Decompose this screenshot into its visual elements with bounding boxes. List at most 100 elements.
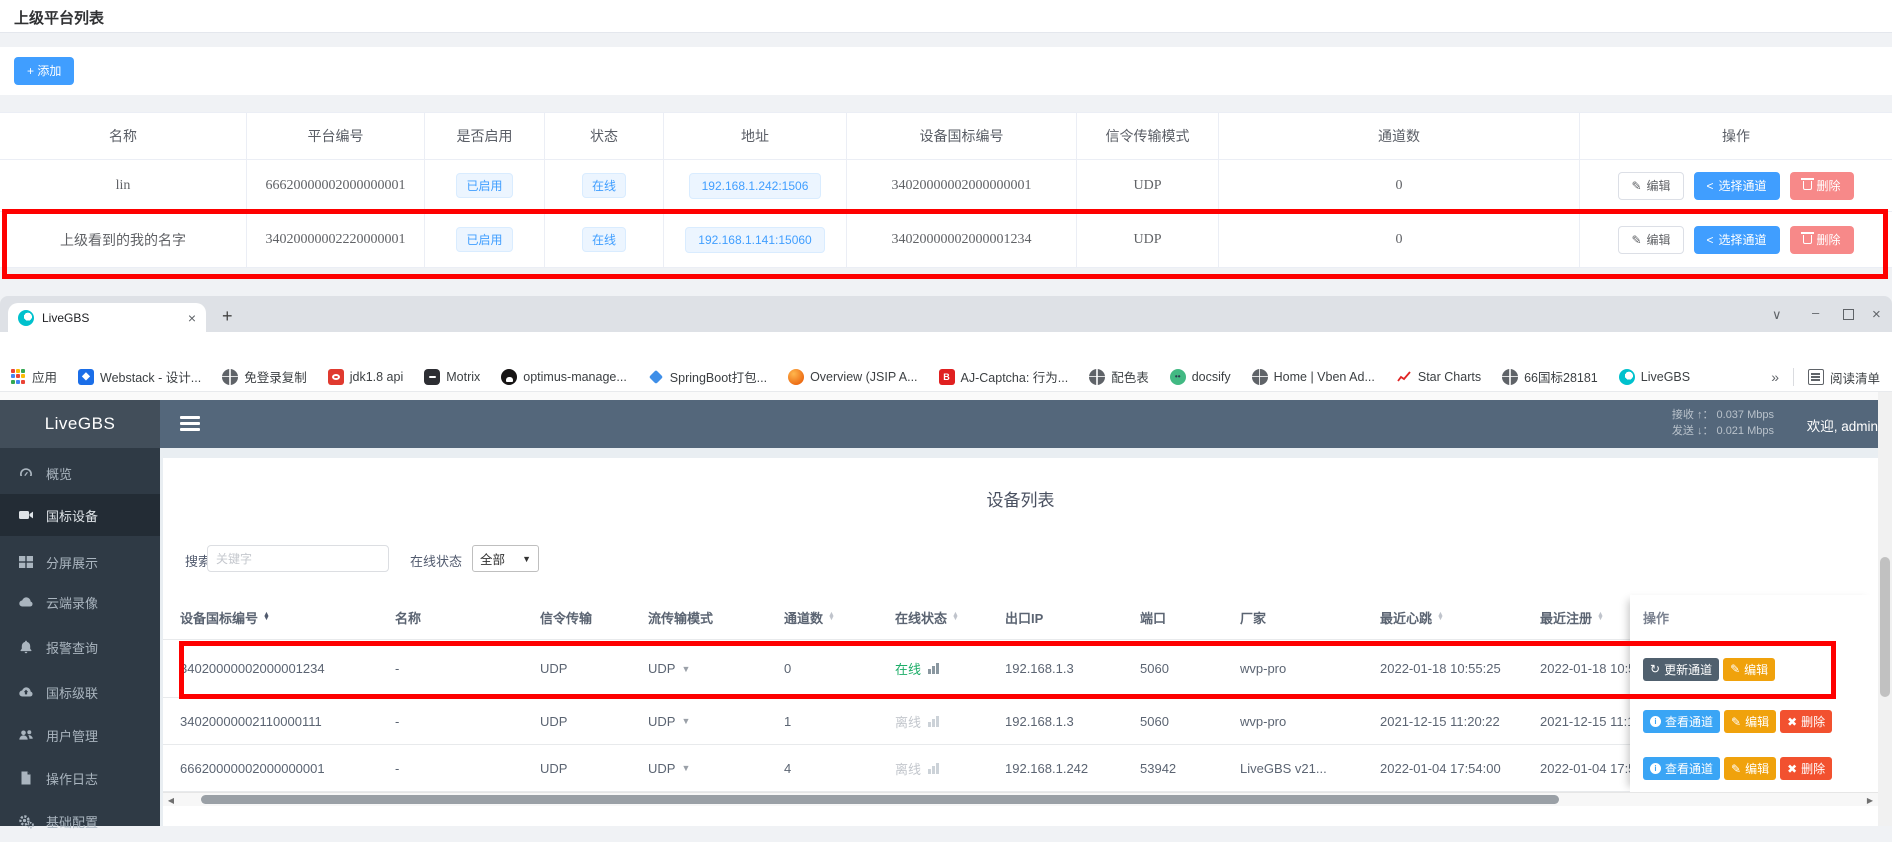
scroll-right-arrow-icon[interactable]: ▶ xyxy=(1862,793,1878,807)
chart-bars-icon[interactable] xyxy=(928,663,939,674)
sidebar-item-alarm-query[interactable]: 报警查询 xyxy=(0,626,160,668)
bookmark-item[interactable]: 配色表 xyxy=(1089,367,1149,386)
cell-name: - xyxy=(395,698,399,744)
device-list-title: 设备列表 xyxy=(163,486,1878,511)
bookmark-item[interactable]: ••docsify xyxy=(1170,369,1231,385)
sidebar-item-basic-config[interactable]: 基础配置 xyxy=(0,800,160,842)
col-header-sortable[interactable]: 在线状态▲▼ xyxy=(895,595,959,639)
device-row[interactable]: 34020000002000001234 - UDP UDP▼ 0 在线 192… xyxy=(163,640,1878,698)
edit-button[interactable]: ✎编辑 xyxy=(1618,226,1683,254)
sidebar: 概览 国标设备 分屏展示 云端录像 报警查询 国标级联 用户管理 操作日志 基础… xyxy=(0,448,160,826)
col-header: 通道数 xyxy=(1219,112,1580,160)
device-row[interactable]: 34020000002110000111 - UDP UDP▼ 1 离线 192… xyxy=(163,698,1878,745)
browser-tab[interactable]: LiveGBS × xyxy=(8,303,206,332)
delete-button[interactable]: 删除 xyxy=(1790,226,1854,254)
device-table-header: 设备国标编号▲▼ 名称 信令传输 流传输模式 通道数▲▼ 在线状态▲▼ 出口IP… xyxy=(163,595,1878,640)
chart-bars-icon[interactable] xyxy=(928,763,939,774)
edit-button[interactable]: ✎编辑 xyxy=(1724,710,1776,733)
edit-button[interactable]: ✎编辑 xyxy=(1618,172,1683,200)
sidebar-item-gb-devices[interactable]: 国标设备 xyxy=(0,494,160,536)
reading-list-icon xyxy=(1808,369,1824,385)
chart-bars-icon[interactable] xyxy=(928,716,939,727)
sidebar-item-operation-log[interactable]: 操作日志 xyxy=(0,757,160,799)
search-input[interactable] xyxy=(207,545,389,572)
col-header: 是否启用 xyxy=(425,112,545,160)
bookmarks-overflow-chevron[interactable]: » xyxy=(1771,369,1779,385)
trash-icon xyxy=(1803,181,1812,190)
bookmark-item[interactable]: SpringBoot打包... xyxy=(648,367,767,386)
view-channels-button[interactable]: i查看通道 xyxy=(1643,710,1720,733)
bookmark-item[interactable]: LiveGBS xyxy=(1619,369,1690,385)
bookmark-item[interactable]: jdk1.8 api xyxy=(328,369,404,385)
vertical-scrollbar[interactable] xyxy=(1878,392,1892,826)
cell-platform-id: 34020000002220000001 xyxy=(247,212,425,268)
select-channel-button[interactable]: <选择通道 xyxy=(1694,226,1780,254)
bookmark-item[interactable]: Overview (JSIP A... xyxy=(788,369,917,385)
tab-close-icon[interactable]: × xyxy=(188,310,196,326)
browser-address-bar: ← → ↻ ⌂ ▲ 不安全 192.168.1.141:20000/#/devi… xyxy=(0,332,1892,362)
cell-stream-mode[interactable]: UDP▼ xyxy=(648,640,690,697)
bookmark-item[interactable]: 66国标28181 xyxy=(1502,367,1598,386)
pencil-icon: ✎ xyxy=(1730,662,1740,676)
close-button[interactable]: × xyxy=(1872,306,1881,323)
horizontal-scrollbar-thumb[interactable] xyxy=(201,795,1559,804)
sidebar-item-gb-cascade[interactable]: 国标级联 xyxy=(0,671,160,713)
bookmark-apps[interactable]: 应用 xyxy=(10,367,57,386)
view-channels-button[interactable]: i查看通道 xyxy=(1643,757,1720,780)
cell-heartbeat: 2022-01-04 17:54:00 xyxy=(1380,745,1501,791)
col-header-sortable[interactable]: 设备国标编号▲▼ xyxy=(180,595,270,639)
scroll-left-arrow-icon[interactable]: ◀ xyxy=(163,793,179,807)
col-header: 名称 xyxy=(0,112,247,160)
sort-icon: ▲▼ xyxy=(263,613,270,621)
minimize-button[interactable]: – xyxy=(1812,305,1819,320)
bookmark-item[interactable]: optimus-manage... xyxy=(501,369,627,385)
app-brand[interactable]: LiveGBS xyxy=(0,400,160,448)
maximize-button[interactable] xyxy=(1843,309,1854,320)
sidebar-toggle-icon[interactable] xyxy=(180,416,200,434)
delete-button[interactable]: 删除 xyxy=(1790,172,1854,200)
bookmark-item[interactable]: ◆Webstack - 设计... xyxy=(78,367,201,386)
cell-ip: 192.168.1.242 xyxy=(1005,745,1088,791)
cell-stream-mode[interactable]: UDP▼ xyxy=(648,698,690,744)
cell-registered: 2022-01-04 17:53 xyxy=(1540,745,1643,791)
sidebar-item-split-screen[interactable]: 分屏展示 xyxy=(0,541,160,583)
tab-search-icon[interactable]: ∨ xyxy=(1772,307,1782,323)
welcome-user[interactable]: 欢迎, admin xyxy=(1807,415,1878,435)
edit-button[interactable]: ✎编辑 xyxy=(1723,658,1775,681)
col-header: 操作 xyxy=(1580,112,1892,160)
col-header-sortable[interactable]: 通道数▲▼ xyxy=(784,595,835,639)
select-channel-button[interactable]: <选择通道 xyxy=(1694,172,1780,200)
webstack-icon: ◆ xyxy=(78,369,94,385)
bookmark-item[interactable]: Star Charts xyxy=(1396,369,1481,385)
sort-icon: ▲▼ xyxy=(1437,613,1444,621)
update-channels-button[interactable]: ↻更新通道 xyxy=(1643,658,1719,681)
col-header-sortable[interactable]: 最近心跳▲▼ xyxy=(1380,595,1444,639)
bookmark-item[interactable]: BAJ-Captcha: 行为... xyxy=(939,367,1069,386)
cell-device-id: 34020000002110000111 xyxy=(180,698,322,744)
col-header: 状态 xyxy=(545,112,664,160)
sidebar-item-cloud-recording[interactable]: 云端录像 xyxy=(0,581,160,623)
spring-icon xyxy=(648,369,664,385)
sidebar-item-overview[interactable]: 概览 xyxy=(0,452,160,494)
device-row[interactable]: 66620000002000000001 - UDP UDP▼ 4 离线 192… xyxy=(163,745,1878,792)
bookmark-item[interactable]: Motrix xyxy=(424,369,480,385)
bookmark-item[interactable]: 免登录复制 xyxy=(222,367,307,386)
send-stat: 发送 ↓： 0.021 Mbps xyxy=(1672,423,1774,439)
edit-button[interactable]: ✎编辑 xyxy=(1724,757,1776,780)
add-button[interactable]: + 添加 xyxy=(14,57,74,85)
bookmark-item[interactable]: Home | Vben Ad... xyxy=(1252,369,1375,385)
col-header-sortable[interactable]: 最近注册▲▼ xyxy=(1540,595,1604,639)
sidebar-item-user-management[interactable]: 用户管理 xyxy=(0,714,160,756)
new-tab-button[interactable]: + xyxy=(222,306,233,327)
vertical-scrollbar-thumb[interactable] xyxy=(1880,557,1890,697)
x-icon: ✖ xyxy=(1787,715,1797,729)
cell-online-status: 离线 xyxy=(895,745,939,791)
delete-button[interactable]: ✖删除 xyxy=(1780,757,1832,780)
cell-stream-mode[interactable]: UDP▼ xyxy=(648,745,690,791)
online-status-select[interactable]: 全部 ▼ xyxy=(472,545,539,572)
share-icon: < xyxy=(1707,179,1714,193)
delete-button[interactable]: ✖删除 xyxy=(1780,710,1832,733)
reading-list-button[interactable]: 阅读清单 xyxy=(1808,368,1880,387)
platform-table-header: 名称 平台编号 是否启用 状态 地址 设备国标编号 信令传输模式 通道数 操作 xyxy=(0,112,1892,160)
horizontal-scrollbar[interactable]: ◀ ▶ xyxy=(163,792,1878,806)
